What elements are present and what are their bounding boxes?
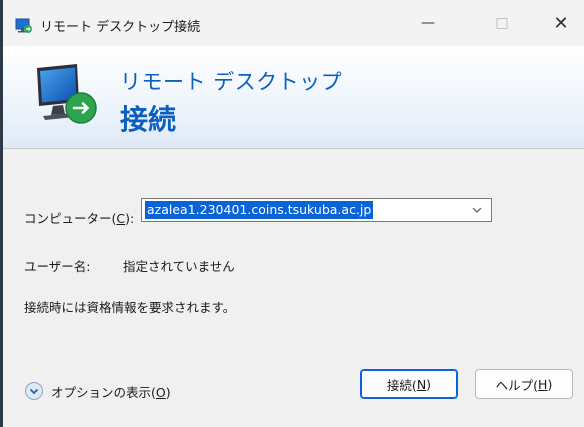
remote-desktop-icon [15, 18, 32, 33]
username-value: 指定されていません [123, 259, 235, 274]
help-button[interactable]: ヘルプ(H) [475, 369, 573, 399]
show-options-toggle[interactable]: オプションの表示(O) [24, 381, 171, 401]
close-icon: ✕ [553, 12, 569, 34]
show-options-suffix: ) [165, 384, 171, 400]
minimize-button[interactable]: — [405, 0, 451, 46]
connect-button-suffix: ) [426, 376, 432, 392]
maximize-button[interactable]: □ [479, 0, 525, 46]
remote-desktop-connection-window: リモート デスクトップ接続 — □ ✕ リモート デスクトップ 接続 コンピュー… [0, 0, 584, 427]
window-title: リモート デスクトップ接続 [40, 20, 201, 35]
computer-label-text: コンピューター( [24, 211, 117, 226]
computer-label: コンピューター(C): [24, 208, 134, 227]
computer-input[interactable]: azalea1.230401.coins.tsukuba.ac.jp [145, 201, 374, 219]
computer-label-accesskey: C [116, 211, 126, 226]
computer-label-suffix: ): [125, 211, 135, 226]
close-button[interactable]: ✕ [538, 0, 584, 46]
help-accesskey: H [538, 376, 548, 392]
credentials-info-text: 接続時には資格情報を要求されます。 [24, 300, 236, 315]
computer-combobox[interactable]: azalea1.230401.coins.tsukuba.ac.jp [141, 198, 492, 222]
banner-title-line2: 接続 [120, 103, 177, 136]
connect-button[interactable]: 接続(N) [360, 369, 458, 399]
username-label: ユーザー名: [24, 259, 91, 274]
title-bar[interactable]: リモート デスクトップ接続 — □ ✕ [3, 0, 584, 46]
show-options-text: オプションの表示( [51, 384, 156, 400]
banner-title-line1: リモート デスクトップ [120, 70, 343, 94]
connect-accesskey: N [416, 376, 427, 392]
show-options-accesskey: O [155, 384, 166, 400]
minimize-icon: — [421, 15, 435, 31]
maximize-icon: □ [495, 15, 509, 31]
chevron-down-circle-icon[interactable] [24, 381, 44, 401]
remote-desktop-monitor-icon [37, 64, 97, 124]
chevron-down-icon[interactable] [471, 204, 483, 216]
show-options-label[interactable]: オプションの表示(O) [51, 382, 171, 401]
help-button-text: ヘルプ( [495, 377, 539, 393]
connect-button-text: 接続( [386, 377, 417, 393]
dialog-content: コンピューター(C): azalea1.230401.coins.tsukuba… [3, 149, 584, 427]
help-button-suffix: ) [547, 376, 553, 392]
header-banner: リモート デスクトップ 接続 [3, 46, 584, 149]
